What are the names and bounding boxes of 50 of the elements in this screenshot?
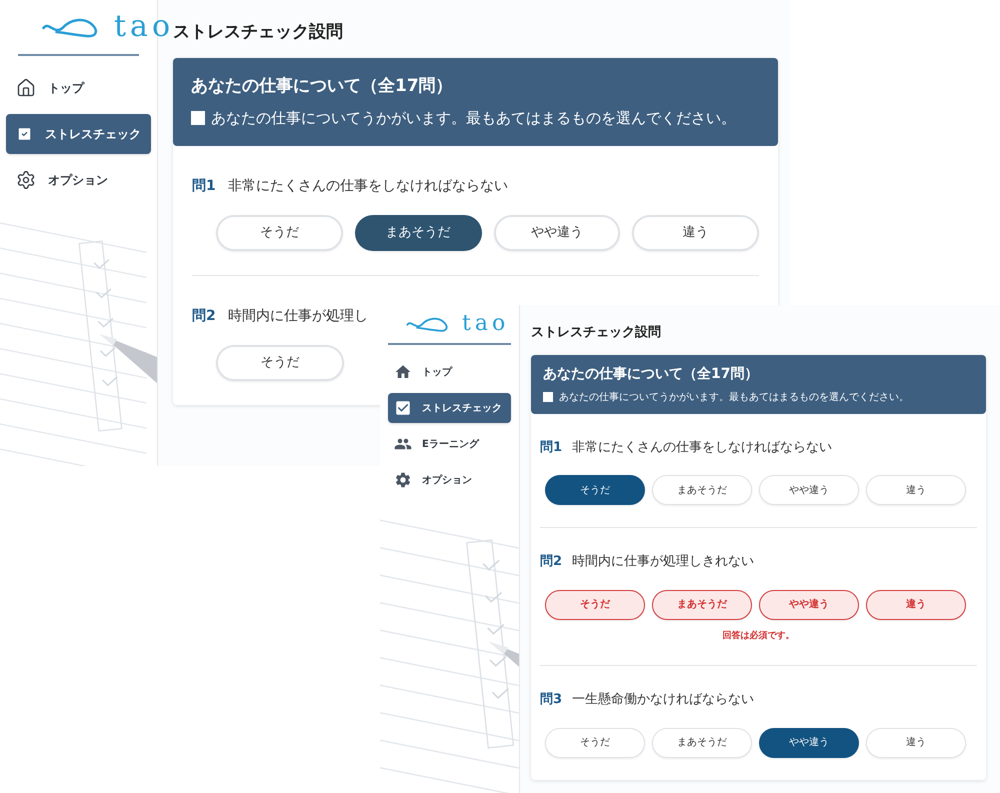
question-text: 非常にたくさんの仕事をしなければならない — [572, 438, 832, 456]
nav-item[interactable]: オプション — [388, 465, 511, 495]
question-number: 問2 — [192, 306, 216, 326]
square-icon — [543, 392, 553, 402]
question-text: 時間内に仕事が処理し — [228, 306, 368, 326]
answer-button[interactable]: まあそうだ — [652, 728, 752, 758]
home-icon — [394, 363, 412, 381]
section-title: あなたの仕事について（全17問） — [543, 364, 760, 384]
nav-item[interactable]: ストレスチェック — [6, 114, 151, 154]
error-message: 回答は必須です。 — [722, 630, 796, 642]
answer-button[interactable]: 違う — [632, 214, 759, 250]
settings-icon — [16, 170, 36, 190]
logo-text: tao — [114, 12, 174, 42]
question-text: 時間内に仕事が処理しきれない — [572, 553, 754, 571]
nav-item[interactable]: Eラーニング — [388, 429, 511, 459]
question-number: 問1 — [192, 176, 216, 196]
logo-text: tao — [462, 313, 510, 335]
answer-button[interactable]: まあそうだ — [354, 214, 482, 250]
section-title: あなたの仕事について（全17問） — [191, 74, 454, 98]
answer-button[interactable]: そうだ — [545, 728, 645, 758]
answer-button[interactable]: 違う — [866, 590, 966, 620]
question-number: 問1 — [540, 438, 562, 456]
nav-item[interactable]: トップ — [6, 68, 151, 108]
answer-button[interactable]: 違う — [866, 728, 966, 758]
answer-button[interactable]: まあそうだ — [652, 590, 752, 620]
question-text: 非常にたくさんの仕事をしなければならない — [228, 176, 508, 196]
home-icon — [16, 78, 36, 98]
answer-button[interactable]: やや違う — [759, 590, 859, 620]
nav-item[interactable]: オプション — [6, 160, 151, 200]
checkbox-icon — [394, 399, 412, 417]
instruction-text: あなたの仕事についてうかがいます。最もあてはまるものを選んでください。 — [211, 108, 736, 129]
answer-button[interactable]: やや違う — [759, 728, 859, 758]
question-text: 一生懸命働かなければならない — [572, 691, 754, 709]
answer-button[interactable]: まあそうだ — [652, 475, 752, 505]
page-title: ストレスチェック設問 — [173, 21, 344, 44]
square-icon — [191, 111, 205, 126]
page-title: ストレスチェック設問 — [531, 324, 662, 342]
answer-button[interactable]: そうだ — [216, 344, 344, 380]
settings-icon — [394, 471, 412, 489]
answer-button[interactable]: そうだ — [545, 590, 645, 620]
answer-button[interactable]: やや違う — [494, 214, 620, 250]
answer-button[interactable]: やや違う — [759, 475, 859, 505]
instruction-text: あなたの仕事についてうかがいます。最もあてはまるものを選んでください。 — [559, 390, 909, 404]
answer-button[interactable]: そうだ — [545, 475, 645, 505]
answer-button[interactable]: そうだ — [216, 214, 343, 250]
question-number: 問2 — [540, 553, 562, 571]
question-number: 問3 — [540, 691, 562, 709]
nav-item[interactable]: ストレスチェック — [388, 393, 511, 423]
answer-button[interactable]: 違う — [866, 475, 966, 505]
nav-item[interactable]: トップ — [388, 357, 511, 387]
